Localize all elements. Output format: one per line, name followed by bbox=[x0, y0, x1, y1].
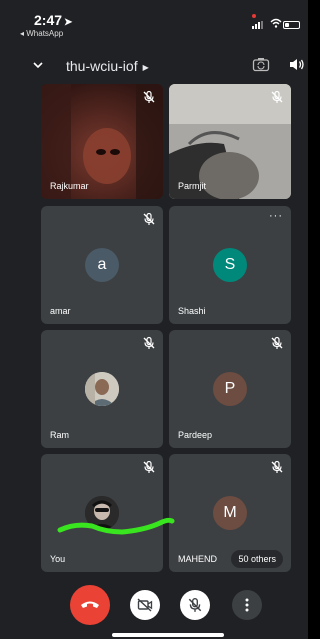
meeting-header: thu-wciu-iof ▶ bbox=[0, 52, 308, 80]
avatar: a bbox=[85, 248, 119, 282]
avatar: M bbox=[213, 496, 247, 530]
play-arrow-icon: ▶ bbox=[142, 63, 149, 72]
cell-signal-icon bbox=[252, 21, 266, 29]
avatar bbox=[85, 496, 119, 530]
mic-off-icon bbox=[271, 336, 283, 349]
meeting-code[interactable]: thu-wciu-iof ▶ bbox=[66, 58, 149, 74]
mic-off-icon bbox=[188, 598, 202, 612]
avatar: S bbox=[213, 248, 247, 282]
more-options-button[interactable] bbox=[232, 590, 262, 620]
speaker-icon[interactable] bbox=[288, 57, 306, 72]
camera-off-icon bbox=[137, 598, 153, 612]
meet-call-screen: 2:47 ➤ ◂ WhatsApp thu-wciu-iof ▶ Rajkuma… bbox=[0, 0, 308, 639]
mic-off-icon bbox=[143, 90, 155, 103]
participant-tile[interactable]: a amar bbox=[41, 206, 163, 324]
chevron-down-icon[interactable] bbox=[32, 58, 44, 70]
avatar: P bbox=[213, 372, 247, 406]
participant-tile[interactable]: Ram bbox=[41, 330, 163, 448]
mic-off-icon bbox=[271, 90, 283, 103]
participant-tile[interactable]: M MAHEND 50 others bbox=[169, 454, 291, 572]
participant-tile[interactable]: ··· S Shashi bbox=[169, 206, 291, 324]
mic-toggle-button[interactable] bbox=[180, 590, 210, 620]
mic-off-icon bbox=[143, 212, 155, 225]
home-indicator[interactable] bbox=[112, 633, 224, 637]
call-controls bbox=[0, 580, 308, 626]
participant-name: Ram bbox=[50, 430, 70, 440]
battery-icon bbox=[283, 21, 300, 29]
avatar bbox=[85, 372, 119, 406]
participant-name: You bbox=[50, 554, 66, 564]
camera-toggle-button[interactable] bbox=[130, 590, 160, 620]
more-options-icon[interactable]: ··· bbox=[269, 211, 283, 222]
participant-name: Parmjit bbox=[178, 181, 207, 191]
camera-switch-icon[interactable] bbox=[252, 57, 270, 72]
participant-tile-self[interactable]: You bbox=[41, 454, 163, 572]
back-to-whatsapp-link[interactable]: ◂ WhatsApp bbox=[20, 29, 63, 38]
location-arrow-icon: ➤ bbox=[64, 17, 73, 28]
participant-name: Pardeep bbox=[178, 430, 213, 440]
status-bar: 2:47 ➤ ◂ WhatsApp bbox=[0, 0, 308, 42]
participant-name: Shashi bbox=[178, 306, 206, 316]
participant-tile[interactable]: P Pardeep bbox=[169, 330, 291, 448]
end-call-button[interactable] bbox=[70, 585, 110, 625]
mic-off-icon bbox=[271, 460, 283, 473]
more-vert-icon bbox=[245, 598, 249, 612]
mic-off-icon bbox=[143, 460, 155, 473]
participant-name: amar bbox=[50, 306, 71, 316]
participant-tile[interactable]: Parmjit bbox=[169, 84, 291, 199]
participant-name: Rajkumar bbox=[50, 181, 89, 191]
others-count-badge[interactable]: 50 others bbox=[231, 550, 283, 568]
participant-tile[interactable]: Rajkumar bbox=[41, 84, 163, 199]
status-time: 2:47 ➤ bbox=[34, 12, 73, 28]
recording-dot-icon bbox=[252, 14, 256, 18]
end-call-icon bbox=[81, 601, 99, 608]
wifi-icon bbox=[270, 18, 282, 31]
mic-off-icon bbox=[143, 336, 155, 349]
participant-name: MAHEND bbox=[178, 554, 218, 564]
